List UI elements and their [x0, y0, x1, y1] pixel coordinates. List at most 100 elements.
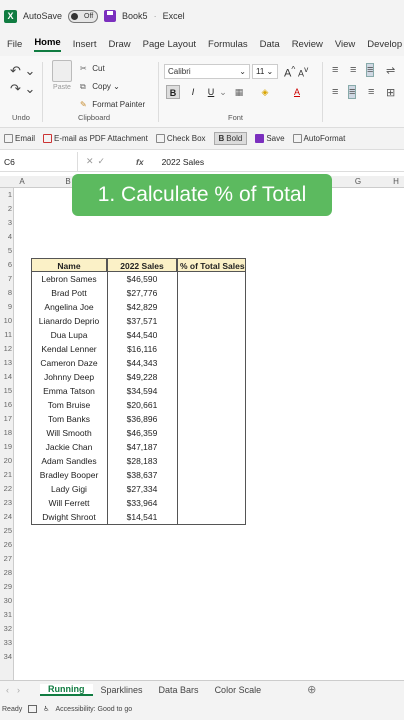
font-name-select[interactable]: Calibri ⌄ [164, 64, 250, 79]
row-number[interactable]: 12 [0, 344, 14, 353]
status-accessibility[interactable]: Accessibility: Good to go [56, 706, 133, 713]
row-number[interactable]: 33 [0, 638, 14, 647]
tab-file[interactable]: File [7, 39, 22, 50]
autoformat-button[interactable]: AutoFormat [292, 134, 345, 143]
column-header-h[interactable]: H [388, 176, 404, 188]
merge-icon[interactable]: ⊞ [386, 86, 395, 99]
sheet-tab-sparklines[interactable]: Sparklines [93, 685, 151, 695]
cell-name[interactable]: Angelina Joe [31, 300, 107, 314]
tab-data[interactable]: Data [260, 39, 280, 50]
row-number[interactable]: 32 [0, 624, 14, 633]
cell-sales[interactable]: $36,896 [107, 412, 177, 426]
cell-sales[interactable]: $27,334 [107, 482, 177, 496]
row-number[interactable]: 15 [0, 386, 14, 395]
row-number[interactable]: 3 [0, 218, 14, 227]
cell-name[interactable]: Will Smooth [31, 426, 107, 440]
tab-developer[interactable]: Develop [367, 39, 402, 50]
cell-sales[interactable]: $34,594 [107, 384, 177, 398]
align-left-icon[interactable]: ≡ [332, 86, 338, 98]
align-top-icon[interactable]: ≡ [332, 64, 338, 76]
cell-sales[interactable]: $44,540 [107, 328, 177, 342]
sheet-tab-data-bars[interactable]: Data Bars [151, 685, 207, 695]
cell-name[interactable]: Jackie Chan [31, 440, 107, 454]
row-number[interactable]: 14 [0, 372, 14, 381]
header-name[interactable]: Name [31, 258, 107, 272]
cell-name[interactable]: Brad Pott [31, 286, 107, 300]
row-number[interactable]: 9 [0, 302, 14, 311]
cell-name[interactable]: Adam Sandles [31, 454, 107, 468]
cell-name[interactable]: Cameron Daze [31, 356, 107, 370]
cut-button[interactable]: ✂ Cut [80, 60, 145, 78]
row-number[interactable]: 19 [0, 442, 14, 451]
row-number[interactable]: 24 [0, 512, 14, 521]
cell-sales[interactable]: $47,187 [107, 440, 177, 454]
row-number[interactable]: 25 [0, 526, 14, 535]
email-button[interactable]: Email [4, 134, 35, 143]
wrap-text-icon[interactable]: ⇌ [386, 64, 395, 77]
tab-insert[interactable]: Insert [73, 39, 97, 50]
tab-view[interactable]: View [335, 39, 355, 50]
cell-sales[interactable]: $16,116 [107, 342, 177, 356]
cell-sales[interactable]: $27,776 [107, 286, 177, 300]
cell-sales[interactable]: $14,541 [107, 510, 177, 524]
row-number[interactable]: 20 [0, 456, 14, 465]
cell-sales[interactable]: $46,359 [107, 426, 177, 440]
row-number[interactable]: 8 [0, 288, 14, 297]
pdf-attachment-button[interactable]: E-mail as PDF Attachment [43, 134, 148, 143]
cell-name[interactable]: Bradley Booper [31, 468, 107, 482]
macro-record-icon[interactable] [28, 705, 38, 713]
row-number[interactable]: 31 [0, 610, 14, 619]
align-right-icon[interactable]: ≡ [368, 86, 374, 98]
formula-input[interactable]: 2022 Sales [154, 157, 205, 167]
sheet-tab-color-scale[interactable]: Color Scale [207, 685, 270, 695]
font-size-select[interactable]: 11 ⌄ [252, 64, 278, 79]
tab-formulas[interactable]: Formulas [208, 39, 248, 50]
undo-icon[interactable]: ↶ ⌄ [10, 62, 35, 80]
row-number[interactable]: 10 [0, 316, 14, 325]
cell-sales[interactable]: $37,571 [107, 314, 177, 328]
cell-sales[interactable]: $20,661 [107, 398, 177, 412]
row-number[interactable]: 4 [0, 232, 14, 241]
row-number[interactable]: 18 [0, 428, 14, 437]
cell-name[interactable]: Dua Lupa [31, 328, 107, 342]
cell-name[interactable]: Lianardo Deprio [31, 314, 107, 328]
enter-icon[interactable]: ✓ [98, 156, 110, 166]
row-number[interactable]: 2 [0, 204, 14, 213]
row-number[interactable]: 27 [0, 554, 14, 563]
row-number[interactable]: 34 [0, 652, 14, 661]
cell-sales[interactable]: $44,343 [107, 356, 177, 370]
align-bottom-icon[interactable]: ≡ [366, 63, 375, 77]
tab-page-layout[interactable]: Page Layout [143, 39, 196, 50]
tab-home[interactable]: Home [34, 37, 61, 52]
cell-name[interactable]: Dwight Shroot [31, 510, 107, 524]
bold-button[interactable]: B [166, 85, 180, 99]
tab-review[interactable]: Review [292, 39, 323, 50]
cell-sales[interactable]: $28,183 [107, 454, 177, 468]
borders-icon[interactable]: ▦ [232, 85, 246, 99]
underline-dropdown-icon[interactable]: ⌄ [216, 85, 230, 99]
header-2022-sales[interactable]: 2022 Sales [107, 258, 177, 272]
row-number[interactable]: 22 [0, 484, 14, 493]
header-percent-total[interactable]: % of Total Sales [177, 258, 246, 272]
row-number[interactable]: 11 [0, 330, 14, 339]
row-number[interactable]: 16 [0, 400, 14, 409]
align-middle-icon[interactable]: ≡ [350, 64, 356, 76]
copy-button[interactable]: ⧉ Copy ⌄ [80, 78, 145, 96]
cancel-icon[interactable]: ✕ [86, 156, 98, 166]
name-box[interactable]: C6 [0, 152, 78, 171]
row-number[interactable]: 5 [0, 246, 14, 255]
column-header-a[interactable]: A [14, 176, 30, 188]
cell-name[interactable]: Tom Bruise [31, 398, 107, 412]
add-sheet-icon[interactable]: ⊕ [299, 683, 324, 696]
autosave-toggle[interactable]: Off [68, 9, 99, 23]
cell-sales[interactable]: $46,590 [107, 272, 177, 286]
cell-name[interactable]: Kendal Lenner [31, 342, 107, 356]
sheet-tab-running[interactable]: Running [40, 683, 93, 696]
redo-icon[interactable]: ↷ ⌄ [10, 80, 35, 98]
tab-draw[interactable]: Draw [108, 39, 130, 50]
cell-sales[interactable]: $33,964 [107, 496, 177, 510]
cell-sales[interactable]: $38,637 [107, 468, 177, 482]
italic-button[interactable]: I [186, 85, 200, 99]
row-number[interactable]: 13 [0, 358, 14, 367]
insert-function-icon[interactable]: fx [136, 157, 144, 167]
